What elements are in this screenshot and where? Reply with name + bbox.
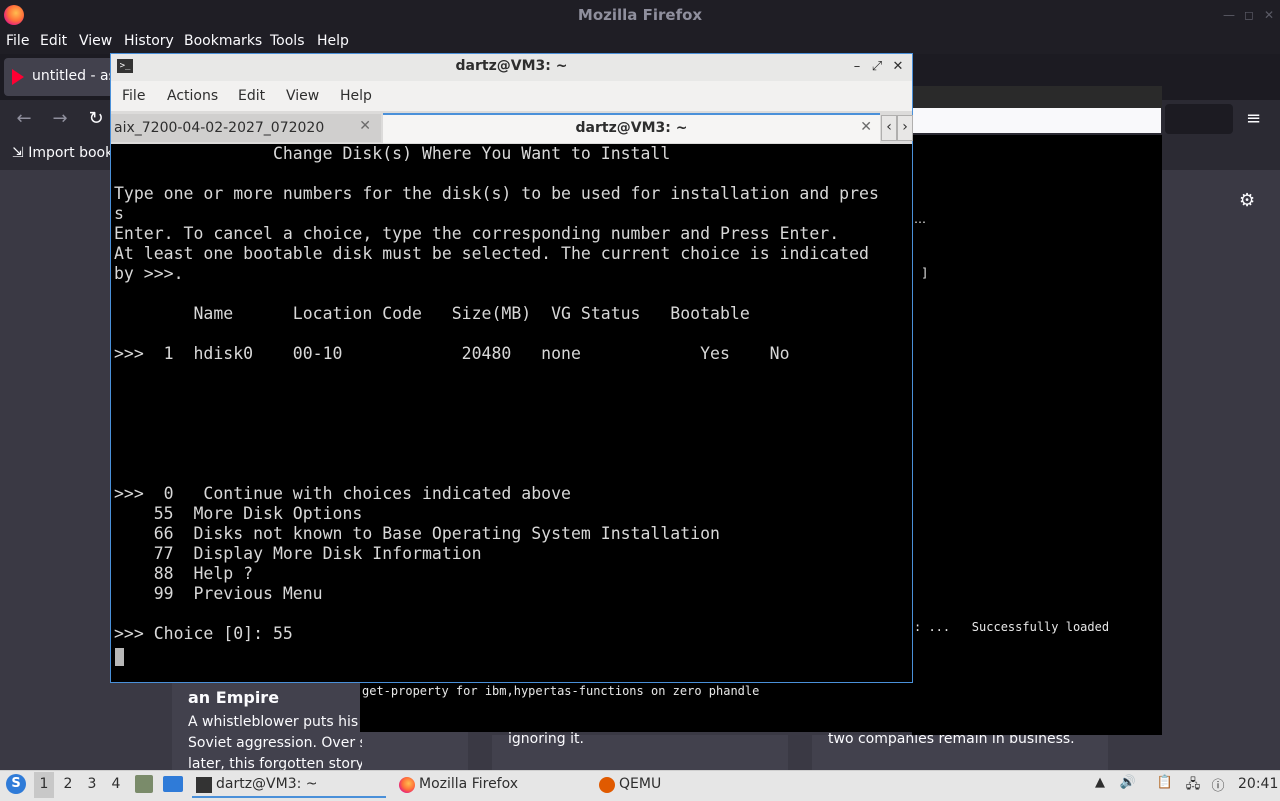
firefox-menubar: File Edit View History Bookmarks Tools H… [0,30,1280,54]
workspace-3[interactable]: 3 [83,776,101,792]
task-label: Mozilla Firefox [419,776,519,792]
terminal-line: s [114,204,124,223]
qemu-console-text: get-property for ibm,hypertas-functions … [362,684,760,698]
article-card[interactable]: ignoring it. [492,731,788,772]
terminal-menu-edit[interactable]: Edit [238,88,265,104]
firefox-window-title: Mozilla Firefox [577,6,703,24]
import-bookmarks-label: Import book [28,145,114,161]
qemu-screen[interactable] [912,135,1162,735]
menu-file[interactable]: File [6,33,29,49]
article-title: an Empire [188,688,280,707]
qemu-screen-strip: get-property for ibm,hypertas-functions … [360,682,912,732]
tab-scroll-right-icon[interactable]: › [897,115,913,141]
terminal-screen[interactable]: Change Disk(s) Where You Want to Install… [114,144,909,679]
clipboard-icon[interactable]: 📋 [1156,775,1174,793]
qemu-console-text: ] [922,266,927,280]
menu-history[interactable]: History [124,33,174,49]
minimize-icon[interactable]: – [849,59,865,75]
firefox-titlebar: Mozilla Firefox [0,0,1280,30]
article-card[interactable]: an Empire A whistleblower puts his lif t… [172,682,436,772]
close-tab-icon[interactable]: ✕ [860,119,872,135]
forward-icon[interactable]: → [48,108,72,129]
workspace-2[interactable]: 2 [59,776,77,792]
terminal-line: 66 Disks not known to Base Operating Sys… [114,524,720,543]
terminal-tab-aix[interactable]: aix_7200-04-02-2027_072020 ✕ [111,114,381,142]
qemu-console-text: … [914,212,926,226]
terminal-menu-view[interactable]: View [286,88,319,104]
terminal-line: by >>>. [114,264,184,283]
start-menu-icon[interactable]: S [6,774,26,794]
terminal-titlebar[interactable]: >_ dartz@VM3: ~ – ⤢ ✕ [111,54,912,81]
terminal-tab-active[interactable]: dartz@VM3: ~ ✕ [383,113,880,143]
updates-icon[interactable]: ⓘ [1209,775,1227,794]
back-icon[interactable]: ← [12,108,36,129]
terminal-line: >>> 0 Continue with choices indicated ab… [114,484,571,503]
hamburger-menu-icon[interactable]: ≡ [1246,108,1266,129]
terminal-line: 88 Help ? [114,564,254,583]
taskbar-task-firefox[interactable]: Mozilla Firefox [395,772,585,798]
terminal-tabbar: aix_7200-04-02-2027_072020 ✕ dartz@VM3: … [111,111,913,144]
article-card[interactable]: two companies remain in business. [812,731,1108,772]
qemu-icon [599,777,615,793]
article-text: ignoring it. [508,731,584,747]
firefox-logo-icon [4,5,24,25]
network-icon[interactable]: 🖧 [1184,775,1202,793]
terminal-line: 77 Display More Disk Information [114,544,482,563]
terminal-line: At least one bootable disk must be selec… [114,244,869,263]
terminal-title: dartz@VM3: ~ [455,58,568,74]
terminal-tab-label: dartz@VM3: ~ [575,120,688,136]
qemu-titlebar [912,86,1162,108]
terminal-line: Change Disk(s) Where You Want to Install [114,144,671,163]
task-label: dartz@VM3: ~ [216,776,318,792]
qemu-console-text: : ... Successfully loaded [914,620,1110,634]
workspace-1[interactable]: 1 [35,776,53,792]
terminal-menu-file[interactable]: File [122,88,145,104]
terminal-line: >>> Choice [0]: 55 [114,624,293,643]
youtube-icon [12,69,24,85]
terminal-line: 99 Previous Menu [114,584,323,603]
show-desktop-icon[interactable] [163,776,183,792]
clock[interactable]: 20:41 [1238,776,1278,792]
terminal-menu-actions[interactable]: Actions [167,88,218,104]
import-bookmarks-link[interactable]: ⇲ Import book [12,145,113,161]
reload-icon[interactable]: ↻ [84,108,108,129]
menu-edit[interactable]: Edit [40,33,67,49]
menu-view[interactable]: View [79,33,112,49]
taskbar-task-qemu[interactable]: QEMU [595,772,715,798]
menu-tools[interactable]: Tools [270,33,305,49]
gear-icon[interactable]: ⚙ [1239,190,1255,211]
terminal-menubar: File Actions Edit View Help [111,81,912,112]
close-tab-icon[interactable]: ✕ [359,118,371,134]
terminal-line: >>> 1 hdisk0 00-10 20480 none Yes No [114,344,790,363]
terminal-window: >_ dartz@VM3: ~ – ⤢ ✕ File Actions Edit … [110,53,913,683]
firefox-tab[interactable]: untitled - as [4,58,124,96]
toolbar-extension-area[interactable] [1165,104,1233,134]
maximize-icon[interactable]: ⤢ [869,59,885,75]
terminal-menu-help[interactable]: Help [340,88,372,104]
minimize-icon[interactable]: — [1222,8,1236,22]
article-card-extension [362,732,468,772]
terminal-line: Enter. To cancel a choice, type the corr… [114,224,840,243]
terminal-tab-label: aix_7200-04-02-2027_072020 [114,120,325,136]
menu-help[interactable]: Help [317,33,349,49]
file-manager-icon[interactable] [135,775,153,793]
volume-icon[interactable]: 🔊 [1119,775,1137,793]
tray-arrow-icon[interactable]: ▲ [1091,775,1109,793]
terminal-line: 55 More Disk Options [114,504,363,523]
url-bar[interactable] [905,108,1161,133]
menu-bookmarks[interactable]: Bookmarks [184,33,262,49]
maximize-icon[interactable]: ◻ [1242,8,1256,22]
terminal-line: Name Location Code Size(MB) VG Status Bo… [114,304,750,323]
terminal-line: Type one or more numbers for the disk(s)… [114,184,879,203]
firefox-icon [399,777,415,793]
workspace-4[interactable]: 4 [107,776,125,792]
taskbar-task-terminal[interactable]: dartz@VM3: ~ [192,772,386,798]
terminal-cursor [115,648,124,666]
tab-scroll-left-icon[interactable]: ‹ [881,115,897,141]
terminal-icon [196,777,212,793]
close-icon[interactable]: ✕ [890,59,906,75]
task-label: QEMU [619,776,662,792]
close-icon[interactable]: ✕ [1262,8,1276,22]
firefox-tab-label: untitled - as [32,68,116,84]
